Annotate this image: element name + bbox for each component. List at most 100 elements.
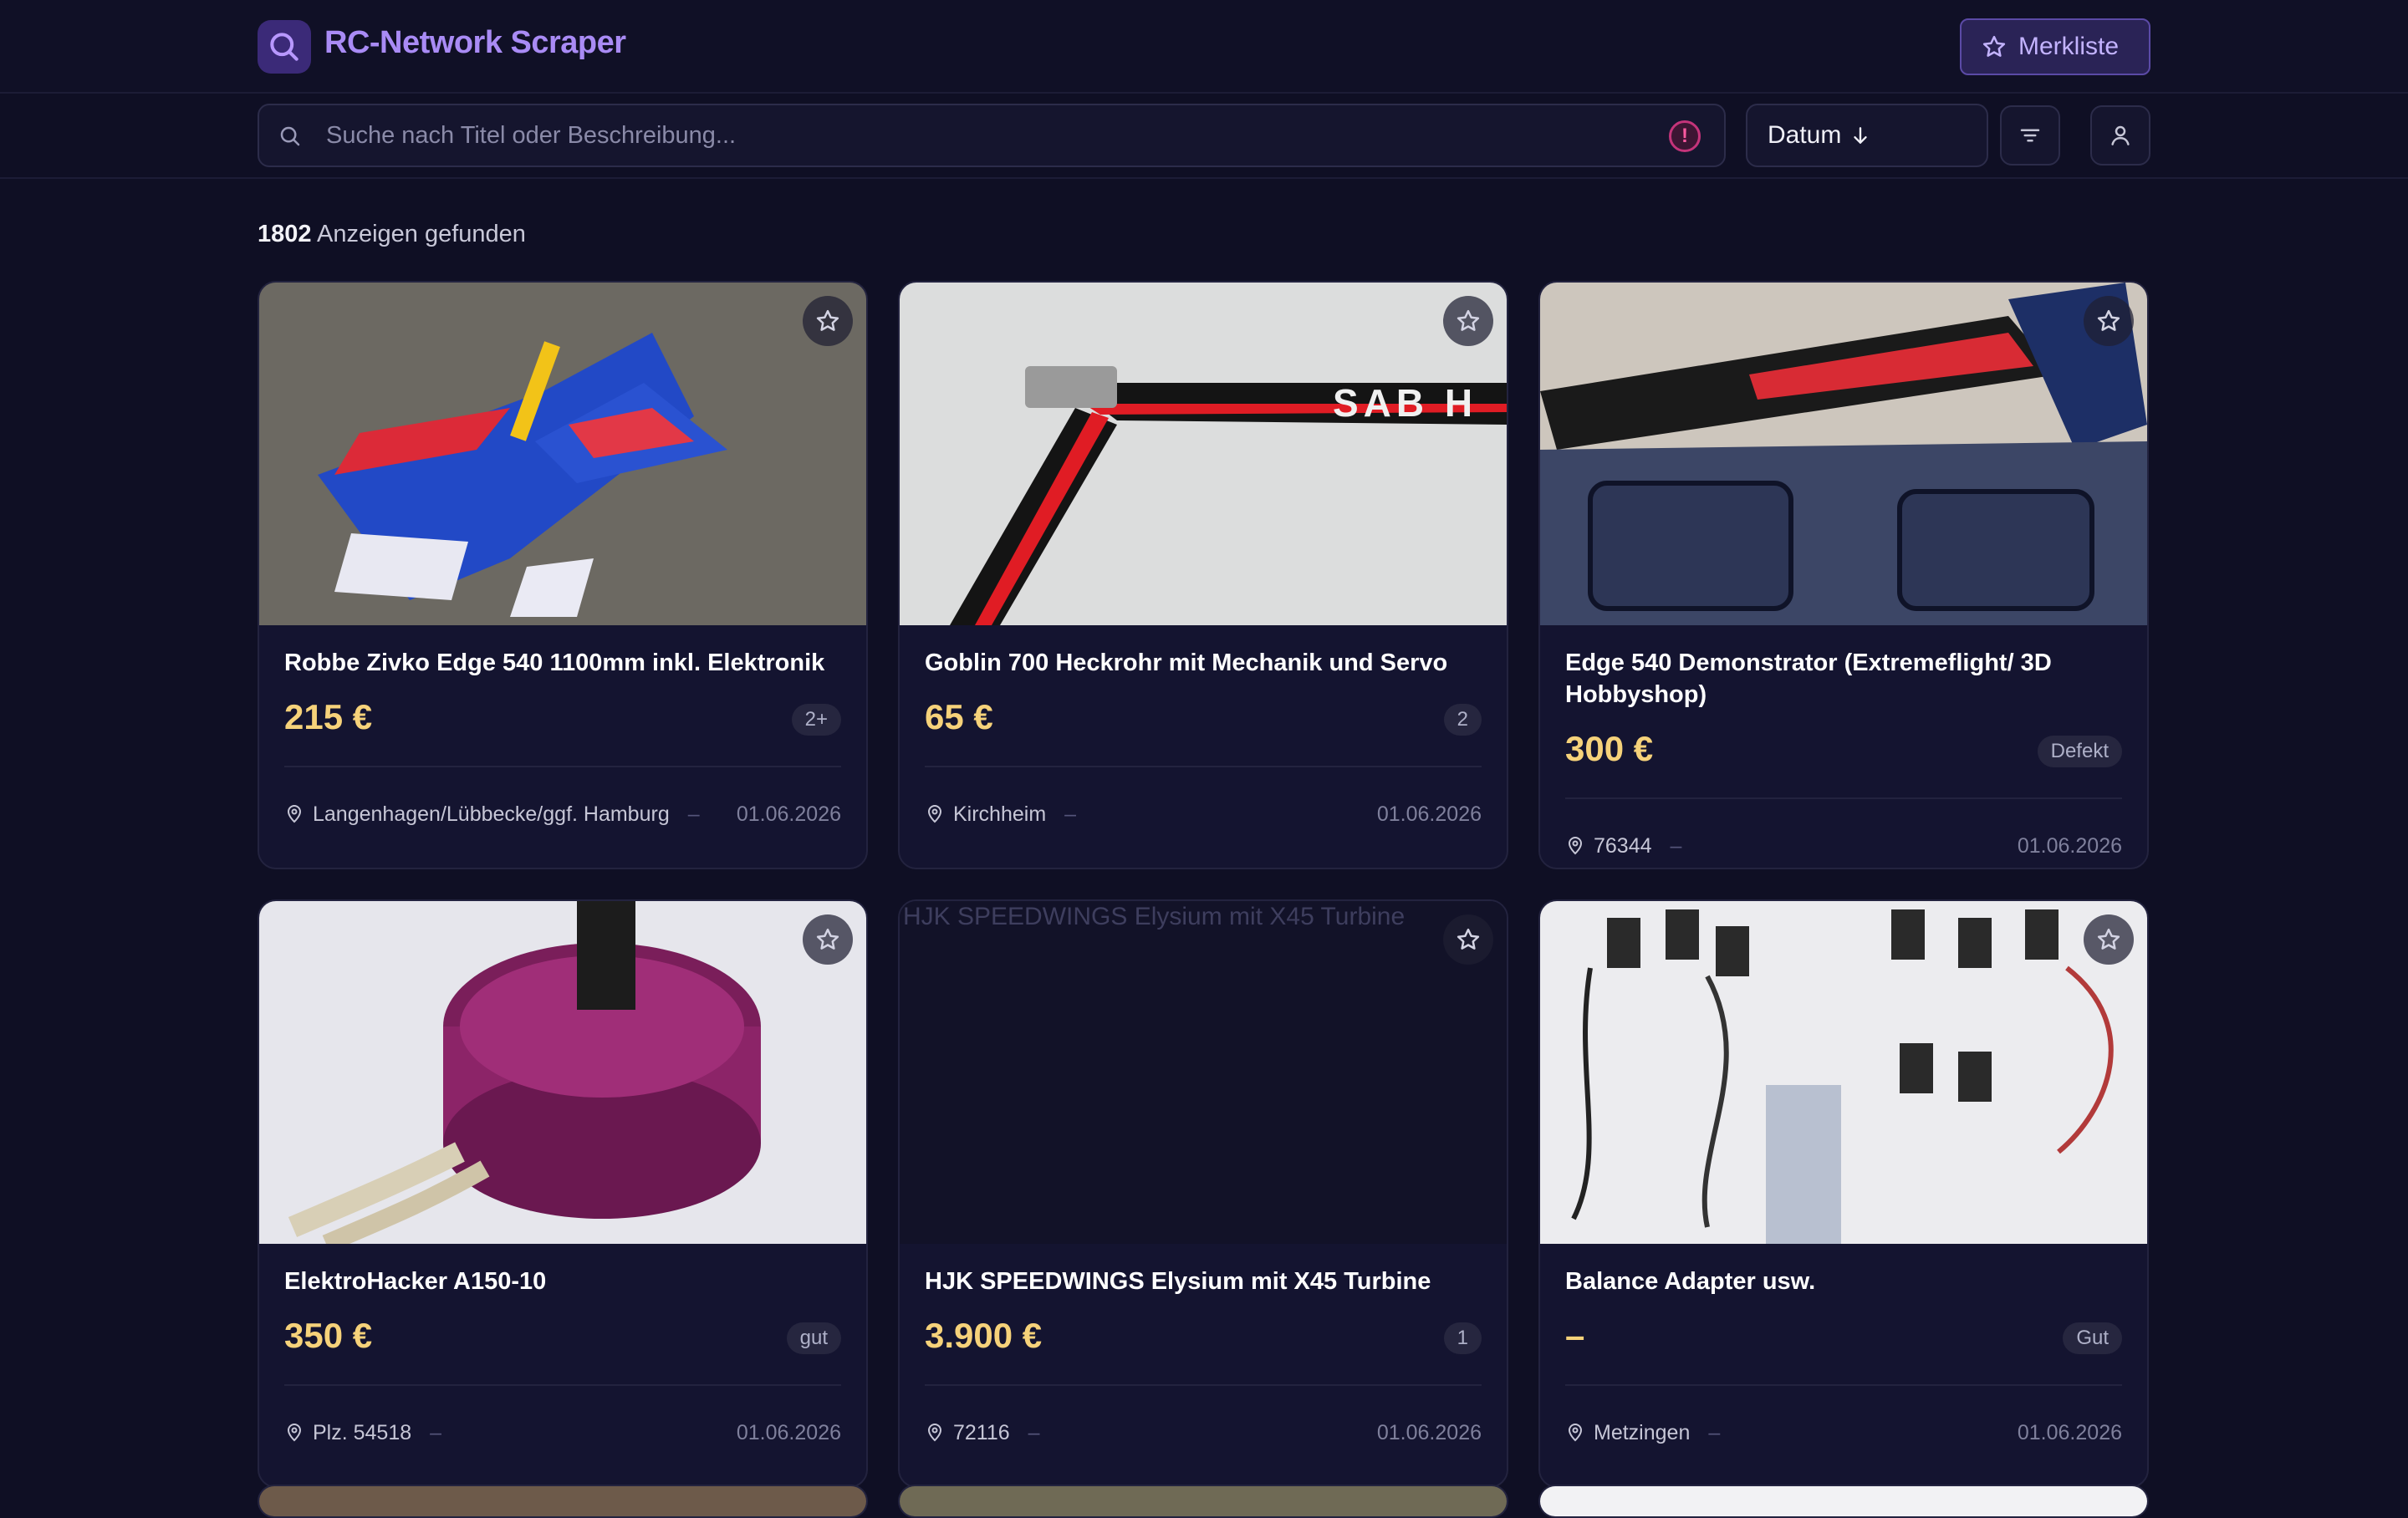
listing-image[interactable] xyxy=(900,1486,1507,1516)
listing-meta: Kirchheim – 01.06.2026 xyxy=(925,797,1482,831)
listing-meta: Langenhagen/Lübbecke/ggf. Hamburg – 01.0… xyxy=(284,797,841,831)
listing-card[interactable] xyxy=(898,1485,1508,1518)
filter-button[interactable] xyxy=(2000,105,2060,166)
listing-date: 01.06.2026 xyxy=(736,1420,841,1444)
listing-price: 350 € xyxy=(284,1316,373,1355)
star-icon xyxy=(816,928,839,950)
star-icon xyxy=(1457,928,1480,950)
listing-title[interactable]: Goblin 700 Heckrohr mit Mechanik und Ser… xyxy=(925,647,1477,679)
results-count-suffix: Anzeigen gefunden xyxy=(316,221,526,247)
favorite-button[interactable] xyxy=(1443,296,1493,346)
favorite-button[interactable] xyxy=(1443,914,1493,965)
favorite-button[interactable] xyxy=(803,296,853,346)
sort-label: Datum xyxy=(1768,121,1842,149)
listing-image[interactable] xyxy=(1540,283,2147,625)
listing-image-broken[interactable]: HJK SPEEDWINGS Elysium mit X45 Turbine xyxy=(900,901,1507,1244)
listing-image[interactable] xyxy=(259,1486,866,1516)
favorite-button[interactable] xyxy=(2084,296,2134,346)
listing-image[interactable] xyxy=(1540,901,2147,1244)
alert-icon[interactable]: ! xyxy=(1669,120,1701,152)
listing-title[interactable]: Balance Adapter usw. xyxy=(1565,1266,2117,1297)
divider xyxy=(284,1384,841,1386)
image-count-badge: 2+ xyxy=(791,704,841,736)
listing-price: 65 € xyxy=(925,697,993,736)
condition-badge: Gut xyxy=(2063,1322,2122,1354)
listing-card[interactable]: SAB H Goblin 700 Heckrohr mit Mechanik u… xyxy=(898,281,1508,869)
divider xyxy=(1565,1384,2122,1386)
listing-price: 215 € xyxy=(284,697,373,736)
listing-location: 76344 xyxy=(1594,833,1652,858)
divider xyxy=(925,766,1482,767)
location-pin-icon xyxy=(927,1424,942,1442)
listing-card[interactable]: ElektroHacker A150-10 350 € gut Plz. 545… xyxy=(258,899,868,1488)
image-count-badge: 1 xyxy=(1443,1322,1482,1354)
meta-separator: – xyxy=(1670,833,1682,858)
listing-location: Langenhagen/Lübbecke/ggf. Hamburg xyxy=(313,802,670,826)
meta-separator: – xyxy=(687,802,700,826)
listing-card[interactable] xyxy=(1538,1485,2149,1518)
search-box: ! xyxy=(258,104,1726,167)
meta-separator: – xyxy=(430,1420,442,1444)
divider xyxy=(925,1384,1482,1386)
star-icon xyxy=(2097,309,2120,331)
results-count-number: 1802 xyxy=(258,221,312,247)
star-icon xyxy=(1982,35,2006,57)
listing-card[interactable]: Balance Adapter usw. – Gut Metzingen – 0… xyxy=(1538,899,2149,1488)
meta-separator: – xyxy=(1028,1420,1040,1444)
image-count-badge: 2 xyxy=(1443,704,1482,736)
condition-badge: gut xyxy=(786,1322,841,1354)
listing-card[interactable] xyxy=(258,1485,868,1518)
meta-separator: – xyxy=(1708,1420,1721,1444)
listing-date: 01.06.2026 xyxy=(2017,833,2122,858)
listing-date: 01.06.2026 xyxy=(1376,802,1482,826)
search-icon xyxy=(280,126,300,146)
listing-image[interactable] xyxy=(259,901,866,1244)
search-input[interactable] xyxy=(326,105,1630,166)
meta-separator: – xyxy=(1064,802,1077,826)
image-alt-text: HJK SPEEDWINGS Elysium mit X45 Turbine xyxy=(903,903,1406,930)
listing-image[interactable] xyxy=(259,283,866,625)
listing-card[interactable]: Robbe Zivko Edge 540 1100mm inkl. Elektr… xyxy=(258,281,868,869)
listing-meta: Metzingen – 01.06.2026 xyxy=(1565,1416,2122,1449)
star-icon xyxy=(816,309,839,331)
listing-title[interactable]: Edge 540 Demonstrator (Extremeflight/ 3D… xyxy=(1565,647,2117,711)
listing-location: Kirchheim xyxy=(953,802,1047,826)
location-pin-icon xyxy=(1568,837,1583,855)
listing-location: Metzingen xyxy=(1594,1420,1691,1444)
favorite-button[interactable] xyxy=(803,914,853,965)
listing-date: 01.06.2026 xyxy=(2017,1420,2122,1444)
listing-card[interactable]: HJK SPEEDWINGS Elysium mit X45 Turbine H… xyxy=(898,899,1508,1488)
profile-button[interactable] xyxy=(2090,105,2150,166)
results-count: 1802 Anzeigen gefunden xyxy=(258,221,526,248)
listing-card[interactable]: Edge 540 Demonstrator (Extremeflight/ 3D… xyxy=(1538,281,2149,869)
location-pin-icon xyxy=(927,805,942,823)
listing-meta: 76344 – 01.06.2026 xyxy=(1565,829,2122,863)
listing-price: – xyxy=(1565,1316,1585,1355)
location-pin-icon xyxy=(1568,1424,1583,1442)
star-icon xyxy=(1457,309,1480,331)
listing-title[interactable]: Robbe Zivko Edge 540 1100mm inkl. Elektr… xyxy=(284,647,836,679)
app-title: RC-Network Scraper xyxy=(324,25,626,60)
listing-location: Plz. 54518 xyxy=(313,1420,412,1444)
listing-date: 01.06.2026 xyxy=(736,802,841,826)
location-pin-icon xyxy=(287,1424,302,1442)
sort-select[interactable]: Datum xyxy=(1746,104,1988,167)
merkliste-label: Merkliste xyxy=(2018,33,2120,60)
condition-badge: Defekt xyxy=(2037,736,2122,767)
listing-location: 72116 xyxy=(953,1420,1010,1444)
search-logo-icon xyxy=(258,20,311,74)
filter-icon xyxy=(2020,129,2040,142)
star-icon xyxy=(2097,928,2120,950)
listing-price: 3.900 € xyxy=(925,1316,1043,1355)
svg-text:SAB H: SAB H xyxy=(1333,381,1477,425)
merkliste-button[interactable]: Merkliste xyxy=(1960,18,2150,75)
favorite-button[interactable] xyxy=(2084,914,2134,965)
listing-title[interactable]: HJK SPEEDWINGS Elysium mit X45 Turbine xyxy=(925,1266,1477,1297)
listing-image[interactable]: SAB H xyxy=(900,283,1507,625)
listing-title[interactable]: ElektroHacker A150-10 xyxy=(284,1266,836,1297)
listing-price: 300 € xyxy=(1565,729,1654,768)
divider xyxy=(1565,797,2122,799)
listing-meta: Plz. 54518 – 01.06.2026 xyxy=(284,1416,841,1449)
listing-date: 01.06.2026 xyxy=(1376,1420,1482,1444)
listing-image[interactable] xyxy=(1540,1486,2147,1516)
